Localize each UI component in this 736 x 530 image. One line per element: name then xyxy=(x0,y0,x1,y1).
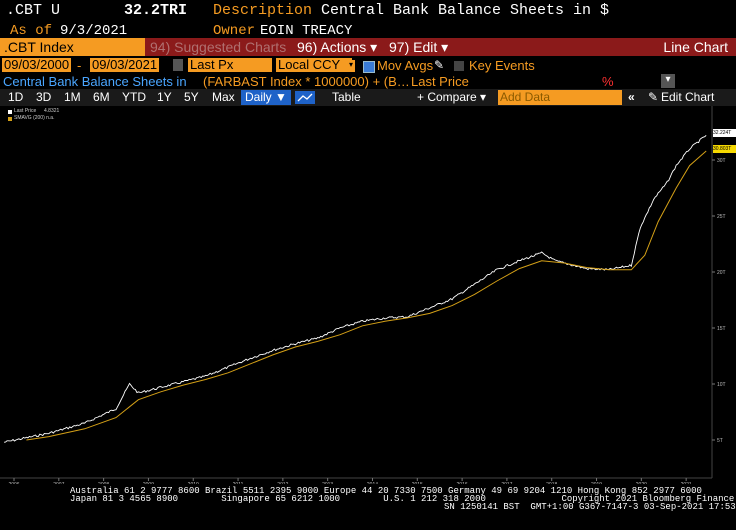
last-price-label: Last Price xyxy=(411,74,469,89)
period-1y[interactable]: 1Y xyxy=(157,90,172,105)
dropdown-icon[interactable]: ▾ xyxy=(661,74,675,88)
series-label: Central Bank Balance Sheets in xyxy=(3,74,187,89)
edit-menu[interactable]: 97) Edit ▾ xyxy=(389,38,448,56)
legend-swatch-last xyxy=(8,110,12,114)
period-3d[interactable]: 3D xyxy=(36,90,51,105)
x-tick-label: 2015 xyxy=(412,482,423,484)
x-tick-label: 2012 xyxy=(277,482,288,484)
avg-price-tag: 30.803T xyxy=(713,145,736,153)
chevron-down-icon[interactable]: ▾ xyxy=(347,60,355,72)
period-1d[interactable]: 1D xyxy=(8,90,23,105)
period-6m[interactable]: 6M xyxy=(93,90,110,105)
x-tick-label: 2020 xyxy=(636,482,647,484)
mov-avgs-label[interactable]: Mov Avgs xyxy=(377,58,433,74)
period-max[interactable]: Max xyxy=(212,90,235,105)
owner-label: Owner xyxy=(213,23,256,39)
edit-pencil-icon[interactable]: ✎ xyxy=(648,90,658,105)
x-tick-label: 2009 xyxy=(143,482,154,484)
currency-select[interactable]: Local CCY xyxy=(276,58,352,72)
ticker-value: 32.2TRI xyxy=(124,2,188,19)
security-input[interactable]: .CBT Index xyxy=(0,38,145,56)
key-events-label[interactable]: Key Events xyxy=(469,58,535,74)
x-tick-label: 2016 xyxy=(457,482,468,484)
collapse-icon[interactable]: « xyxy=(628,90,635,105)
period-bar xyxy=(0,89,736,106)
x-tick-label: 2021 xyxy=(681,482,692,484)
legend-last-price-value: 4.8321 xyxy=(44,108,60,114)
footer-text: Australia 61 2 9777 8600 Brazil 5511 239… xyxy=(70,487,736,512)
y-tick-label: 10T xyxy=(717,382,726,388)
series-last-price xyxy=(3,135,707,443)
x-tick-label: 2010 xyxy=(188,482,199,484)
y-tick-label: 25T xyxy=(717,214,726,220)
x-tick-label: 2007 xyxy=(53,482,64,484)
legend-last-price: Last Price xyxy=(14,108,37,114)
x-tick-label: 2014 xyxy=(367,482,378,484)
series-formula[interactable]: (FARBAST Index * 1000000) + (B… xyxy=(203,74,410,90)
line-chart-title: Line Chart xyxy=(663,39,728,55)
x-tick-label: 2019 xyxy=(591,482,602,484)
checkbox-unchecked-icon[interactable] xyxy=(454,61,464,71)
frequency-select[interactable]: Daily ▼ xyxy=(241,90,291,105)
date-separator: - xyxy=(77,58,82,73)
x-tick-label: 2006 xyxy=(8,482,19,484)
chart-style-icon[interactable] xyxy=(295,91,315,104)
y-tick-label: 30T xyxy=(717,158,726,164)
table-button[interactable]: Table xyxy=(332,90,361,105)
period-5y[interactable]: 5Y xyxy=(184,90,199,105)
x-tick-label: 2008 xyxy=(98,482,109,484)
x-tick-label: 2013 xyxy=(322,482,333,484)
field-select[interactable]: Last Px xyxy=(188,58,272,72)
period-ytd[interactable]: YTD xyxy=(122,90,146,105)
legend-swatch-avg xyxy=(8,117,12,121)
compare-button[interactable]: + Compare ▾ xyxy=(417,90,486,105)
x-tick-label: 2018 xyxy=(546,482,557,484)
ticker-label: .CBT U xyxy=(6,2,61,19)
line-chart[interactable]: 5T 10T 15T 20T 25T 30T 2006 2007 2008 2009 2010 201… xyxy=(0,106,736,484)
add-data-input[interactable]: Add Data xyxy=(498,90,622,105)
owner-value: EOIN TREACY xyxy=(260,23,353,39)
y-tick-label: 20T xyxy=(717,270,726,276)
period-1m[interactable]: 1M xyxy=(64,90,81,105)
description-value: Central Bank Balance Sheets in $ xyxy=(321,2,610,19)
last-price-tag: 32.224T xyxy=(713,129,736,137)
checkbox-checked-icon[interactable] xyxy=(363,61,375,73)
percent-toggle[interactable]: % xyxy=(602,74,614,90)
series-smavg xyxy=(26,150,707,441)
asof-value: 9/3/2021 xyxy=(60,23,128,39)
end-date-field[interactable]: 09/03/2021 xyxy=(90,58,160,72)
description-label: Description xyxy=(213,2,313,19)
start-date-field[interactable]: 09/03/2000 xyxy=(2,58,72,72)
edit-chart-button[interactable]: Edit Chart xyxy=(661,90,714,105)
legend-smavg: SMAVG (200) n.a. xyxy=(14,115,55,121)
y-tick-label: 15T xyxy=(717,326,726,332)
pencil-icon[interactable]: ✎ xyxy=(434,58,444,73)
asof-label: As of xyxy=(10,23,53,39)
actions-menu[interactable]: 96) Actions ▾ xyxy=(297,38,377,56)
x-tick-label: 2011 xyxy=(233,482,244,484)
calendar-icon[interactable] xyxy=(173,59,183,71)
footer-line3: SN 1250141 BST GMT+1:00 G367-7147-3 03-S… xyxy=(444,502,736,512)
suggested-charts-button[interactable]: 94) Suggested Charts xyxy=(150,38,286,56)
x-tick-label: 2017 xyxy=(501,482,512,484)
y-tick-label: 5T xyxy=(717,438,723,444)
